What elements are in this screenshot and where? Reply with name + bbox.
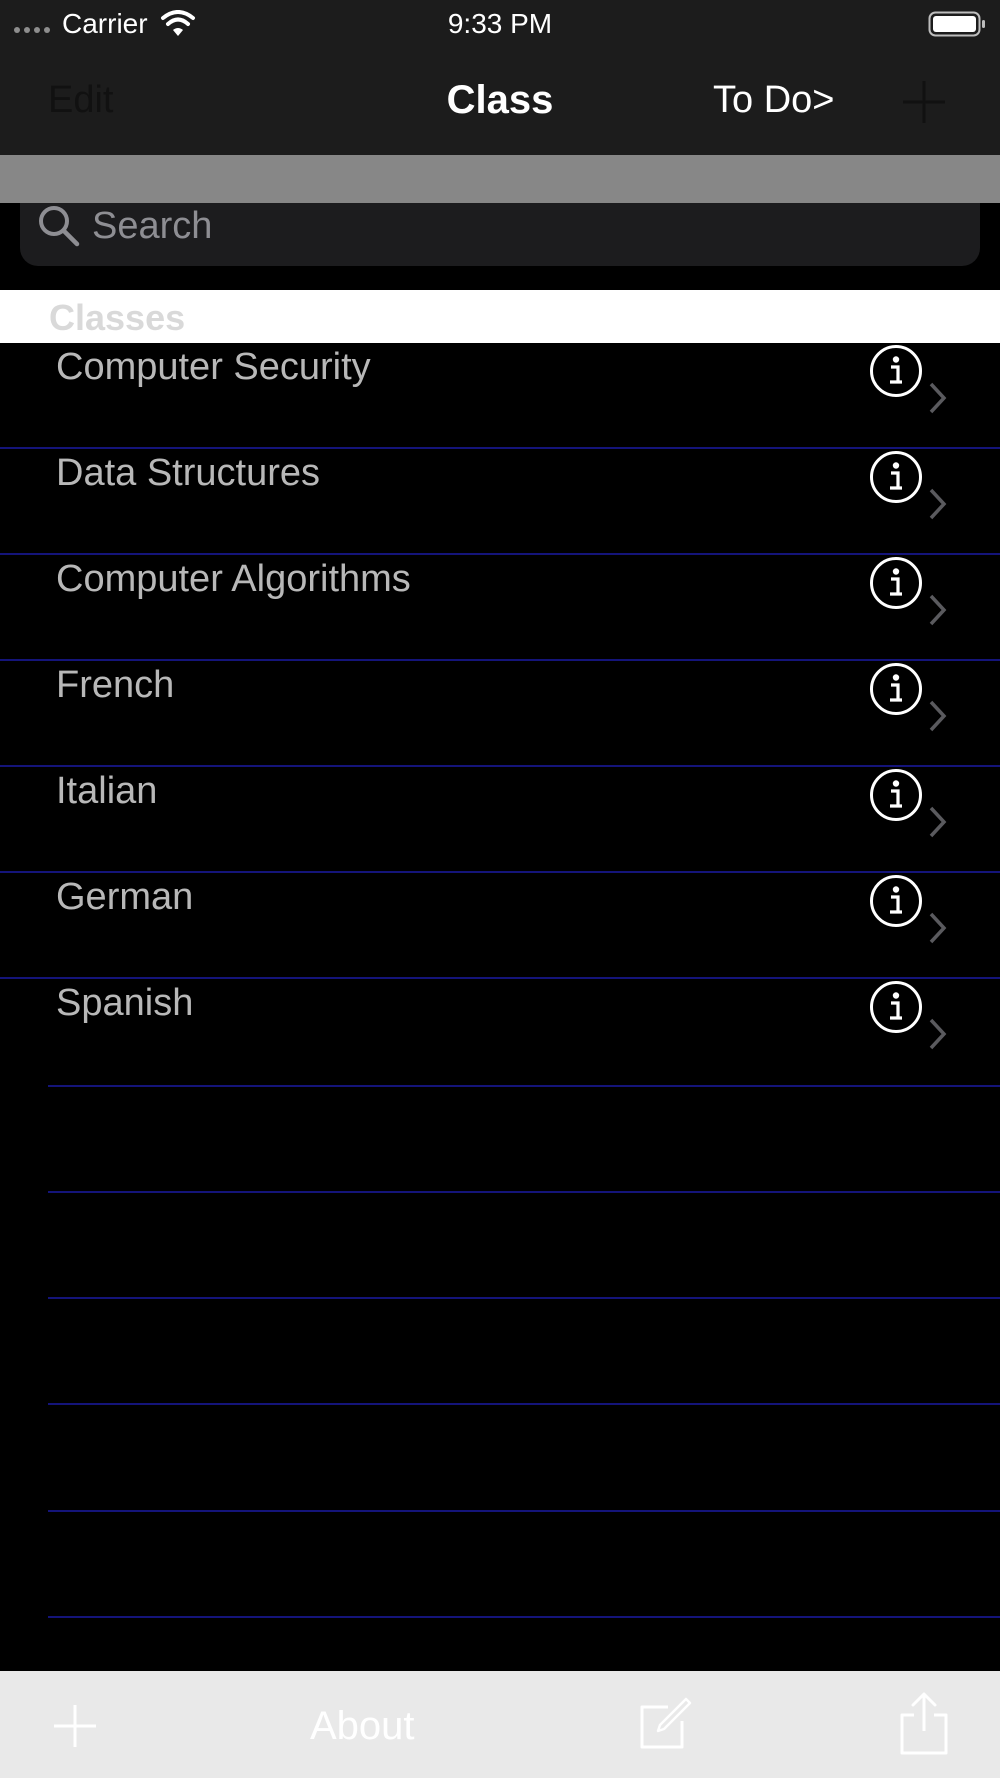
list-item[interactable]: Italian	[0, 767, 1000, 873]
refresh-band	[0, 155, 1000, 203]
chevron-right-icon	[929, 382, 947, 414]
list-item[interactable]: Computer Security	[0, 343, 1000, 449]
list-item[interactable]: German	[0, 873, 1000, 979]
row-separator	[48, 1403, 1000, 1405]
class-name: German	[56, 876, 194, 918]
chevron-right-icon	[929, 1018, 947, 1050]
info-icon[interactable]	[869, 450, 923, 504]
section-title: Classes	[49, 297, 186, 338]
section-header: Classes	[0, 290, 1000, 343]
add-icon[interactable]	[52, 1703, 98, 1749]
info-icon[interactable]	[869, 556, 923, 610]
search-input[interactable]	[92, 203, 952, 249]
compose-icon[interactable]	[638, 1695, 692, 1751]
list-item[interactable]: French	[0, 661, 1000, 767]
list-item[interactable]: Spanish	[0, 979, 1000, 1085]
status-bar: Carrier 9:33 PM	[0, 0, 1000, 48]
chevron-right-icon	[929, 700, 947, 732]
row-separator	[48, 1510, 1000, 1512]
search-bar	[0, 203, 1000, 290]
class-list: Computer Security Data Structures Comput…	[0, 343, 1000, 1085]
about-button[interactable]: About	[310, 1703, 415, 1749]
page-title: Class	[446, 78, 554, 122]
clock: 9:33 PM	[447, 8, 553, 39]
share-icon[interactable]	[898, 1691, 950, 1755]
row-separator	[48, 1085, 1000, 1087]
search-field[interactable]	[20, 203, 980, 266]
battery-icon	[928, 11, 985, 37]
navigation-bar: Edit Class To Do>	[0, 48, 1000, 155]
row-separator	[48, 1191, 1000, 1193]
class-name: Data Structures	[56, 452, 320, 494]
list-item[interactable]: Computer Algorithms	[0, 555, 1000, 661]
class-name: Computer Algorithms	[56, 558, 411, 600]
chevron-right-icon	[929, 594, 947, 626]
info-icon[interactable]	[869, 768, 923, 822]
todo-button[interactable]: To Do>	[713, 78, 834, 122]
class-name: Italian	[56, 770, 158, 812]
chevron-right-icon	[929, 488, 947, 520]
class-name: Spanish	[56, 982, 194, 1024]
screen: Carrier 9:33 PM Edit Class To Do> Search…	[0, 0, 1000, 1778]
info-icon[interactable]	[869, 662, 923, 716]
class-name: Computer Security	[56, 346, 371, 388]
list-item[interactable]: Data Structures	[0, 449, 1000, 555]
info-icon[interactable]	[869, 980, 923, 1034]
row-separator	[48, 1297, 1000, 1299]
info-icon[interactable]	[869, 874, 923, 928]
chevron-right-icon	[929, 806, 947, 838]
bottom-toolbar: About	[0, 1671, 1000, 1778]
info-icon[interactable]	[869, 344, 923, 398]
plus-icon[interactable]	[900, 78, 948, 126]
class-name: French	[56, 664, 175, 706]
row-separator	[48, 1616, 1000, 1618]
search-icon	[39, 206, 80, 247]
chevron-right-icon	[929, 912, 947, 944]
